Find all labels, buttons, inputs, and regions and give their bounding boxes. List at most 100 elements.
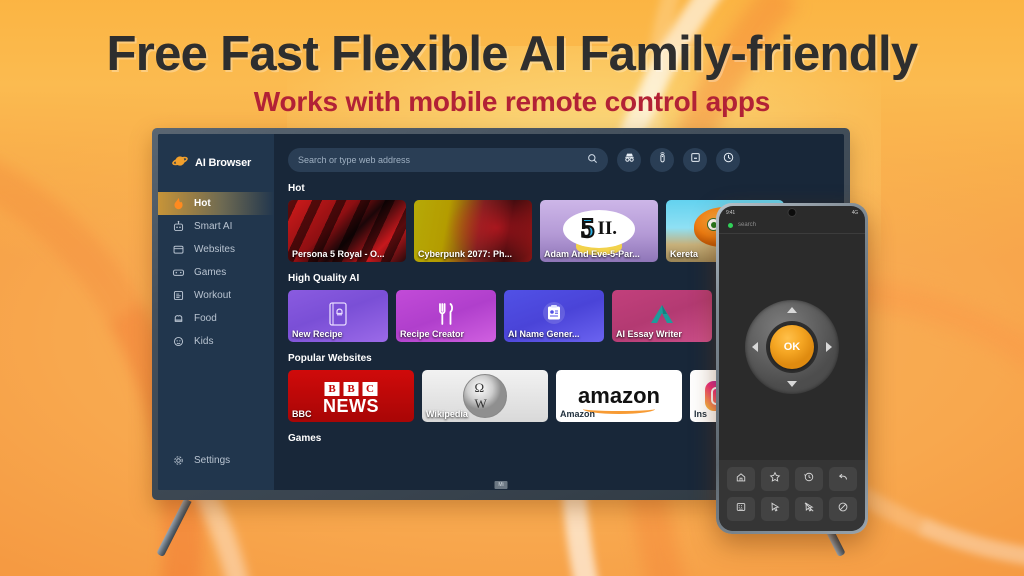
phone-button-grid	[719, 460, 865, 531]
gamepad-icon	[172, 266, 185, 279]
dpad-up-arrow-icon[interactable]	[787, 307, 797, 313]
bbc-letter: B	[324, 382, 340, 396]
cursor-icon	[769, 500, 781, 518]
dpad-left-arrow-icon[interactable]	[752, 342, 758, 352]
remote-power-button[interactable]	[829, 497, 857, 521]
sidebar-item-label: Hot	[194, 198, 211, 209]
kid-face-icon	[172, 335, 185, 348]
phone-dpad-area: OK	[719, 234, 865, 460]
tv-brand-logo: Mi	[494, 481, 508, 489]
app-brand-label: AI Browser	[195, 157, 252, 169]
card-label: Recipe Creator	[400, 329, 465, 339]
back-arrow-icon	[837, 470, 849, 488]
card-label: AI Name Gener...	[508, 329, 580, 339]
power-off-icon	[837, 500, 849, 518]
keyboard-icon	[735, 500, 747, 518]
promo-subheadline: Works with mobile remote control apps	[253, 86, 771, 117]
tv-leg-left	[156, 498, 192, 558]
card-wikipedia[interactable]: Wikipedia	[422, 370, 548, 422]
card-adam-and-eve-5[interactable]: 5 II. Adam And Eve-5-Par...	[540, 200, 658, 262]
sidebar-item-websites[interactable]: Websites	[158, 238, 274, 261]
star-icon	[769, 470, 781, 488]
bbc-letter: C	[362, 382, 378, 396]
search-icon	[587, 151, 598, 169]
card-persona-5-royal[interactable]: Persona 5 Royal - O...	[288, 200, 406, 262]
remote-home-button[interactable]	[727, 467, 755, 491]
history-icon	[803, 470, 815, 488]
card-label: New Recipe	[292, 329, 343, 339]
sidebar-item-label: Food	[194, 313, 217, 324]
top-bar: Search or type web address	[288, 148, 844, 172]
sidebar-item-label: Settings	[194, 455, 231, 466]
dpad-down-arrow-icon[interactable]	[787, 381, 797, 387]
phone-status-bar: 9:41 4G	[719, 206, 865, 219]
search-placeholder: Search or type web address	[298, 155, 411, 165]
bbc-letters: B B C	[324, 382, 378, 396]
connected-dot-icon	[728, 222, 733, 228]
phone-search-placeholder: search	[738, 222, 757, 228]
card-bbc-news[interactable]: B B C NEWS BBC	[288, 370, 414, 422]
article-icon	[172, 289, 185, 302]
sidebar-footer: Settings	[158, 449, 274, 490]
incognito-icon	[623, 151, 636, 169]
sidebar-item-label: Websites	[194, 244, 235, 255]
remote-mouse-toggle-button[interactable]	[795, 497, 823, 521]
remote-back-button[interactable]	[829, 467, 857, 491]
card-ai-name-generator[interactable]: AI Name Gener...	[504, 290, 604, 342]
home-icon	[735, 470, 747, 488]
bubble-numeral: II.	[597, 217, 618, 239]
promo-headline: Free Fast Flexible AI Family-friendly	[106, 27, 919, 81]
sidebar-item-hot[interactable]: Hot	[158, 192, 274, 215]
sidebar-item-workout[interactable]: Workout	[158, 284, 274, 307]
section-title-hot: Hot	[288, 183, 305, 194]
sidebar-item-label: Workout	[194, 290, 232, 301]
incognito-mode-button[interactable]	[617, 148, 641, 172]
phone-device: 9:41 4G search OK	[716, 203, 868, 542]
sidebar-item-food[interactable]: Food	[158, 307, 274, 330]
phone-screen: 9:41 4G search OK	[719, 206, 865, 531]
remote-keyboard-button[interactable]	[727, 497, 755, 521]
card-amazon[interactable]: amazon Amazon	[556, 370, 682, 422]
sidebar-item-label: Games	[194, 267, 227, 278]
card-new-recipe[interactable]: New Recipe	[288, 290, 388, 342]
dpad[interactable]: OK	[745, 300, 839, 394]
dpad-right-arrow-icon[interactable]	[826, 342, 832, 352]
sidebar-item-label: Kids	[194, 336, 214, 347]
sidebar-item-games[interactable]: Games	[158, 261, 274, 284]
app-brand: AI Browser	[158, 150, 274, 176]
remote-history-button[interactable]	[795, 467, 823, 491]
card-label: Adam And Eve-5-Par...	[544, 249, 640, 259]
phone-search-field[interactable]: search	[719, 219, 865, 234]
card-recipe-creator[interactable]: Recipe Creator	[396, 290, 496, 342]
mouse-off-icon	[803, 500, 815, 518]
history-button[interactable]	[716, 148, 740, 172]
dpad-ok-button[interactable]: OK	[770, 325, 814, 369]
card-label: AI Essay Writer	[616, 329, 682, 339]
status-time: 9:41	[726, 209, 735, 216]
card-cyberpunk-2077[interactable]: Cyberpunk 2077: Ph...	[414, 200, 532, 262]
remote-cursor-button[interactable]	[761, 497, 789, 521]
card-label: Cyberpunk 2077: Ph...	[418, 249, 513, 259]
search-input[interactable]: Search or type web address	[288, 148, 608, 172]
sidebar-item-settings[interactable]: Settings	[158, 449, 274, 472]
sidebar-item-kids[interactable]: Kids	[158, 330, 274, 353]
robot-icon	[172, 220, 185, 233]
speech-bubble: 5 II.	[563, 209, 635, 248]
card-ai-essay-writer[interactable]: AI Essay Writer	[612, 290, 712, 342]
card-label: Amazon	[560, 409, 596, 419]
app-sidebar: AI Browser Hot Smart AI Websites Games W…	[158, 134, 274, 490]
bbc-letter: B	[343, 382, 359, 396]
camera-notch-icon	[787, 208, 797, 217]
planet-icon	[172, 154, 188, 173]
status-indicators: 4G	[851, 209, 858, 216]
sidebar-item-smart-ai[interactable]: Smart AI	[158, 215, 274, 238]
remote-control-icon	[656, 151, 669, 169]
remote-control-button[interactable]	[650, 148, 674, 172]
chef-hat-icon	[172, 312, 185, 325]
gear-icon	[172, 454, 185, 467]
remote-favorite-button[interactable]	[761, 467, 789, 491]
sidebar-item-label: Smart AI	[194, 221, 233, 232]
sidebar-nav: Hot Smart AI Websites Games Workout Food…	[158, 192, 274, 353]
bookmarks-button[interactable]	[683, 148, 707, 172]
card-label: BBC	[292, 409, 312, 419]
